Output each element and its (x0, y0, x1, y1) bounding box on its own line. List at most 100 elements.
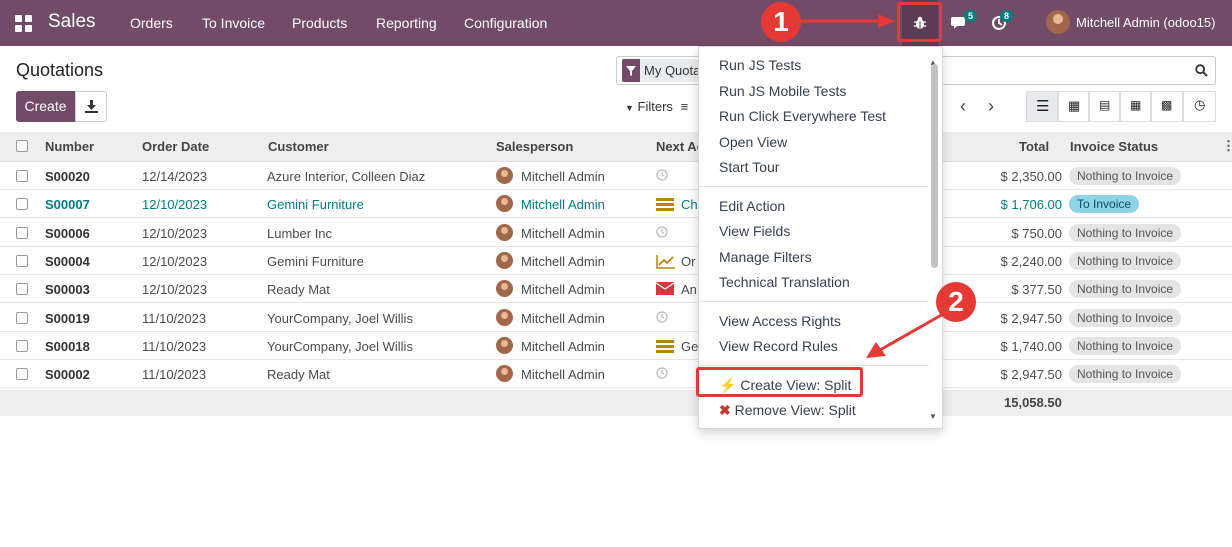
col-invoice-status[interactable]: Invoice Status (1070, 139, 1158, 154)
scroll-down-icon[interactable]: ▼ (929, 412, 937, 421)
row-checkbox[interactable] (16, 339, 28, 352)
menu-open-view[interactable]: Open View (719, 134, 787, 150)
cell-total: $ 1,740.00 (1000, 338, 1062, 354)
cell-order-date: 12/14/2023 (142, 169, 208, 184)
filters-dropdown[interactable]: ▼ Filters ≡ (625, 99, 688, 114)
salesperson-avatar (496, 365, 513, 383)
row-checkbox[interactable] (16, 254, 28, 267)
pivot-view-button[interactable]: ▦ (1120, 91, 1151, 122)
pager-next-button[interactable]: › (988, 96, 994, 117)
table-row[interactable]: S00003 12/10/2023 Ready Mat Mitchell Admin A… (0, 275, 1232, 304)
menu-run-js-tests[interactable]: Run JS Tests (719, 57, 801, 73)
user-avatar[interactable] (1046, 10, 1070, 34)
activity-view-button[interactable]: ◷ (1183, 91, 1216, 122)
graph-view-button[interactable]: ▩ (1151, 91, 1183, 122)
table-row[interactable]: S00007 12/10/2023 Gemini Furniture Mitchell… (0, 190, 1232, 219)
cell-total: $ 1,706.00 (1000, 197, 1062, 213)
cell-number: S00019 (45, 310, 90, 326)
user-menu[interactable]: Mitchell Admin (odoo15) (1076, 15, 1215, 30)
row-checkbox[interactable] (16, 311, 28, 324)
menu-manage-filters[interactable]: Manage Filters (719, 249, 812, 265)
group-by-icon[interactable]: ≡ (681, 99, 689, 114)
pager-prev-button[interactable]: ‹ (960, 96, 966, 117)
menu-orders[interactable]: Orders (130, 15, 173, 31)
filter-icon (622, 59, 640, 82)
table-row[interactable]: S00019 11/10/2023 YourCompany, Joel Willis… (0, 303, 1232, 332)
menu-remove-view-split-label: Remove View: Split (734, 402, 856, 418)
status-badge: Nothing to Invoice (1069, 223, 1182, 242)
row-checkbox[interactable] (16, 283, 28, 296)
col-total[interactable]: Total (1019, 139, 1049, 154)
cell-salesperson: Mitchell Admin (521, 282, 605, 298)
menu-view-access-rights[interactable]: View Access Rights (719, 313, 841, 329)
cell-next-activity: Ch (681, 197, 698, 213)
col-salesperson[interactable]: Salesperson (496, 139, 573, 154)
search-icon[interactable] (1195, 64, 1208, 77)
select-all-checkbox[interactable] (16, 140, 28, 152)
table-row[interactable]: S00018 11/10/2023 YourCompany, Joel Willis… (0, 331, 1232, 360)
cell-customer: Gemini Furniture (267, 197, 364, 213)
remove-x-icon: ✖ (719, 402, 731, 418)
cell-total: $ 377.50 (1011, 282, 1062, 298)
kanban-view-button[interactable]: ▦ (1058, 91, 1089, 122)
list-icon[interactable] (656, 339, 674, 356)
menu-divider (699, 186, 929, 187)
apps-menu-icon[interactable] (15, 15, 32, 32)
row-checkbox[interactable] (16, 368, 28, 381)
menu-reporting[interactable]: Reporting (376, 15, 437, 31)
row-checkbox[interactable] (16, 170, 28, 182)
create-button[interactable]: Create (16, 91, 75, 122)
status-badge: Nothing to Invoice (1069, 167, 1182, 185)
table-row[interactable]: S00006 12/10/2023 Lumber Inc Mitchell Admin… (0, 218, 1232, 247)
col-order-date[interactable]: Order Date (142, 139, 209, 154)
cell-total: $ 2,240.00 (1000, 253, 1062, 269)
menu-configuration[interactable]: Configuration (464, 15, 547, 31)
table-row[interactable]: S00002 11/10/2023 Ready Mat Mitchell Admin $… (0, 360, 1232, 389)
app-name[interactable]: Sales (48, 11, 96, 33)
clock-icon[interactable] (656, 367, 668, 382)
chart-line-icon[interactable] (656, 254, 676, 272)
menu-technical-translation[interactable]: Technical Translation (719, 274, 850, 290)
activity-button[interactable]: 8 (990, 0, 1014, 46)
cell-order-date: 11/10/2023 (142, 338, 207, 354)
search-facet[interactable]: My Quotations (622, 59, 698, 82)
status-badge: Nothing to Invoice (1069, 251, 1182, 270)
menu-start-tour[interactable]: Start Tour (719, 159, 779, 175)
messaging-button[interactable]: 5 (950, 0, 978, 46)
cell-salesperson: Mitchell Admin (521, 169, 605, 184)
calendar-view-button[interactable]: ▤ (1089, 91, 1120, 122)
clock-icon[interactable] (656, 310, 668, 326)
table-row[interactable]: S00020 12/14/2023 Azure Interior, Colleen … (0, 162, 1232, 190)
optional-columns-icon[interactable]: ⋮ (1222, 138, 1232, 154)
menu-view-record-rules[interactable]: View Record Rules (719, 338, 838, 354)
list-view-button[interactable]: ☰ (1026, 91, 1058, 122)
menu-remove-view-split[interactable]: ✖ Remove View: Split (719, 402, 856, 419)
dropdown-scroll-thumb[interactable] (931, 64, 938, 268)
cell-next-activity: Or (681, 253, 696, 269)
clock-icon[interactable] (656, 225, 668, 241)
menu-run-js-mobile-tests[interactable]: Run JS Mobile Tests (719, 83, 846, 99)
bar-chart-icon: ▩ (1161, 98, 1173, 112)
menu-edit-action[interactable]: Edit Action (719, 198, 785, 214)
cell-order-date: 12/10/2023 (142, 282, 208, 298)
pivot-table-icon: ▦ (1130, 98, 1142, 112)
menu-view-fields[interactable]: View Fields (719, 223, 790, 239)
cell-customer: Ready Mat (267, 367, 330, 383)
status-badge: Nothing to Invoice (1069, 280, 1182, 299)
row-checkbox[interactable] (16, 226, 28, 239)
status-badge: Nothing to Invoice (1069, 336, 1182, 355)
clock-icon[interactable] (656, 169, 668, 184)
menu-to-invoice[interactable]: To Invoice (202, 15, 265, 31)
row-checkbox[interactable] (16, 198, 28, 211)
envelope-icon[interactable] (655, 282, 675, 298)
cell-customer: YourCompany, Joel Willis (267, 310, 413, 326)
list-icon[interactable] (656, 197, 674, 214)
cell-salesperson: Mitchell Admin (521, 225, 605, 241)
col-number[interactable]: Number (45, 139, 94, 154)
menu-products[interactable]: Products (292, 15, 347, 31)
export-button[interactable] (75, 91, 107, 122)
menu-run-click-everywhere[interactable]: Run Click Everywhere Test (719, 108, 886, 124)
table-row[interactable]: S00004 12/10/2023 Gemini Furniture Mitchell… (0, 246, 1232, 275)
kanban-icon: ▦ (1068, 98, 1081, 113)
col-customer[interactable]: Customer (268, 139, 329, 154)
